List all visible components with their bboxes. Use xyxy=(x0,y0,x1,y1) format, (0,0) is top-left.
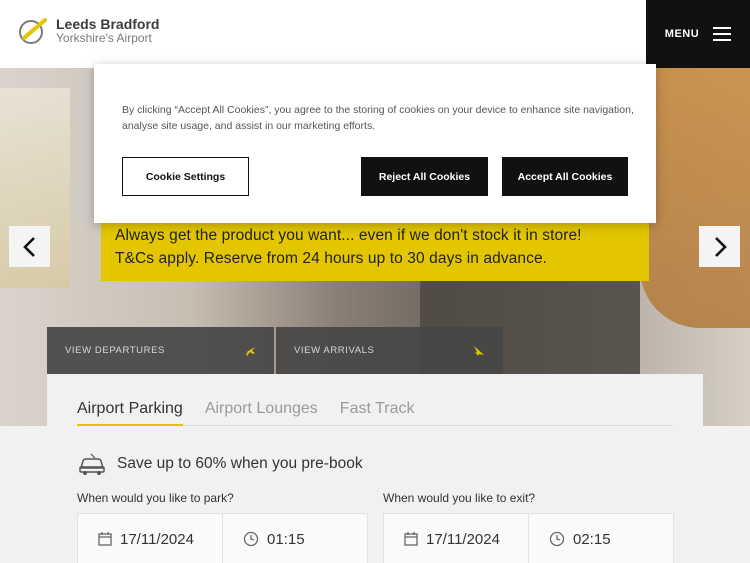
logo-icon xyxy=(19,18,47,44)
reject-all-cookies-button[interactable]: Reject All Cookies xyxy=(361,157,488,196)
park-question: When would you like to park? xyxy=(77,491,234,505)
park-date-field[interactable]: 17/11/2024 xyxy=(77,513,223,563)
exit-question: When would you like to exit? xyxy=(383,491,536,505)
calendar-icon xyxy=(98,532,112,546)
menu-label: MENU xyxy=(664,28,700,40)
exit-time-value: 02:15 xyxy=(573,530,611,548)
accept-all-cookies-button[interactable]: Accept All Cookies xyxy=(502,157,628,196)
booking-panel: Airport Parking Airport Lounges Fast Tra… xyxy=(47,374,703,563)
logo-title: Leeds Bradford xyxy=(56,16,160,33)
site-logo[interactable]: Leeds Bradford Yorkshire's Airport xyxy=(18,16,159,46)
cookie-consent-dialog: By clicking “Accept All Cookies”, you ag… xyxy=(94,64,656,223)
logo-subtitle: Yorkshire's Airport xyxy=(56,31,152,46)
menu-button[interactable]: MENU xyxy=(646,0,750,68)
exit-date-field[interactable]: 17/11/2024 xyxy=(383,513,529,563)
carousel-prev-button[interactable] xyxy=(9,226,50,267)
clock-icon xyxy=(243,531,259,547)
calendar-icon xyxy=(404,532,418,546)
chevron-right-icon xyxy=(714,236,727,257)
clock-icon xyxy=(549,531,565,547)
park-date-value: 17/11/2024 xyxy=(120,530,194,548)
hero-banner: Always get the product you want... even … xyxy=(101,218,649,281)
carousel-next-button[interactable] xyxy=(699,226,740,267)
chevron-left-icon xyxy=(22,236,35,257)
exit-date-value: 17/11/2024 xyxy=(426,530,500,548)
park-time-field[interactable]: 01:15 xyxy=(222,513,368,563)
tab-fast-track[interactable]: Fast Track xyxy=(340,400,415,426)
booking-tabs: Airport Parking Airport Lounges Fast Tra… xyxy=(77,400,673,426)
view-arrivals-button[interactable]: VIEW ARRIVALS xyxy=(276,327,503,374)
exit-time-field[interactable]: 02:15 xyxy=(528,513,674,563)
park-time-value: 01:15 xyxy=(267,530,305,548)
hero-background-figure xyxy=(640,68,750,328)
arrivals-label: VIEW ARRIVALS xyxy=(294,345,375,356)
site-header: Leeds Bradford Yorkshire's Airport MENU xyxy=(0,0,750,68)
plane-arrival-icon xyxy=(474,345,484,356)
flights-bar: VIEW DEPARTURES VIEW ARRIVALS xyxy=(47,327,503,374)
view-departures-button[interactable]: VIEW DEPARTURES xyxy=(47,327,274,374)
cookie-consent-text: By clicking “Accept All Cookies”, you ag… xyxy=(122,104,634,132)
departures-label: VIEW DEPARTURES xyxy=(65,345,165,356)
hero-banner-line1: Always get the product you want... even … xyxy=(115,227,582,244)
promo-text: Save up to 60% when you pre-book xyxy=(117,455,363,472)
promo: Save up to 60% when you pre-book xyxy=(77,452,363,476)
tab-airport-lounges[interactable]: Airport Lounges xyxy=(205,400,318,426)
plane-departure-icon xyxy=(245,346,255,356)
cookie-settings-button[interactable]: Cookie Settings xyxy=(122,157,249,196)
hero-banner-line2: T&Cs apply. Reserve from 24 hours up to … xyxy=(115,250,548,267)
car-icon xyxy=(79,453,105,475)
tab-airport-parking[interactable]: Airport Parking xyxy=(77,400,183,426)
hamburger-icon xyxy=(713,27,732,41)
